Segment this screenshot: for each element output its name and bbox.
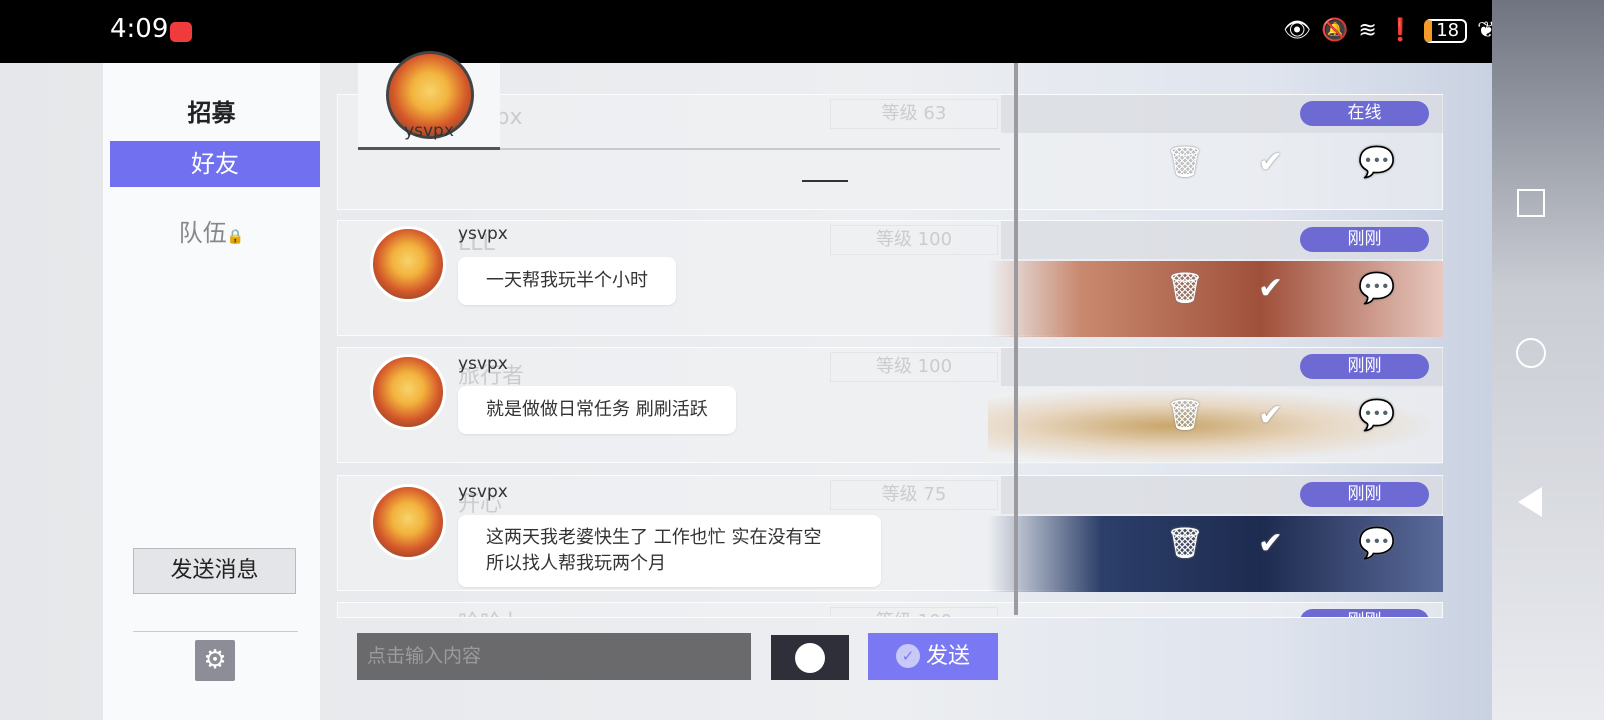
send-label: 发送 bbox=[925, 644, 970, 669]
chat-tab-ysvpx[interactable]: ysvpx bbox=[358, 51, 500, 149]
avatar[interactable] bbox=[370, 226, 446, 302]
sidebar-item-friends[interactable]: 好友 bbox=[110, 141, 320, 187]
accept-icon[interactable]: ✔ bbox=[1258, 145, 1283, 180]
friend-name: 哈哈七 bbox=[458, 605, 524, 617]
friend-level: 等级 100 bbox=[830, 352, 998, 382]
status-badge: 刚刚 bbox=[1300, 609, 1429, 617]
panel-divider bbox=[1014, 63, 1018, 615]
friend-level: 等级 75 bbox=[830, 480, 998, 510]
friend-row[interactable]: 哈哈七 等级 100 刚刚 bbox=[337, 602, 1443, 618]
alert-icon: ❗ bbox=[1386, 18, 1415, 43]
message-sender: ysvpx bbox=[458, 482, 508, 502]
message-sender: ysvpx bbox=[458, 354, 508, 374]
chat-tab-label: ysvpx bbox=[404, 121, 454, 141]
app-notification-icon bbox=[170, 22, 192, 42]
active-tab-indicator bbox=[358, 147, 500, 150]
battery-icon: 18 bbox=[1424, 18, 1468, 43]
message-bubble: 这两天我老婆快生了 工作也忙 实在没有空 所以找人帮我玩两个月 bbox=[458, 515, 881, 587]
friend-level: 等级 100 bbox=[830, 225, 998, 255]
status-badge: 刚刚 bbox=[1300, 354, 1429, 379]
team-label: 队伍 bbox=[178, 219, 227, 247]
accept-icon[interactable]: ✔ bbox=[1258, 271, 1283, 306]
friend-level: 等级 63 bbox=[830, 99, 998, 129]
delete-friend-icon[interactable]: 🗑 bbox=[1166, 526, 1204, 561]
clock: 4:09 bbox=[110, 14, 169, 44]
status-bar: 4:09 👁 🔕 ≋ ❗ 18 ❦ bbox=[0, 0, 1496, 63]
system-nav-bar bbox=[1492, 0, 1604, 720]
status-badge: 刚刚 bbox=[1300, 482, 1429, 507]
send-button[interactable]: ✓ 发送 bbox=[868, 633, 998, 680]
back-button[interactable] bbox=[1518, 487, 1542, 517]
friend-level: 等级 100 bbox=[830, 607, 998, 617]
recents-button[interactable] bbox=[1517, 189, 1545, 217]
check-icon: ✓ bbox=[895, 644, 920, 668]
message-bubble: 一天帮我玩半个小时 bbox=[458, 257, 676, 305]
sticker-fragment bbox=[802, 166, 848, 182]
home-button[interactable] bbox=[1516, 338, 1546, 368]
sidebar-item-team[interactable]: 队伍🔒 bbox=[103, 213, 320, 248]
message-sender: ysvpx bbox=[458, 224, 508, 244]
chat-more-icon[interactable]: 💬 bbox=[1358, 526, 1395, 561]
emoji-icon bbox=[795, 643, 825, 673]
status-badge: 在线 bbox=[1300, 101, 1429, 126]
accept-icon[interactable]: ✔ bbox=[1258, 526, 1283, 561]
friend-row[interactable]: ysvpx 等级 63 在线 🗑 ✔ 💬 bbox=[337, 94, 1443, 210]
emoji-button[interactable] bbox=[771, 635, 849, 680]
accept-icon[interactable]: ✔ bbox=[1258, 398, 1283, 433]
chat-more-icon[interactable]: 💬 bbox=[1358, 398, 1395, 433]
chat-more-icon[interactable]: 💬 bbox=[1358, 271, 1395, 306]
bell-muted-icon: 🔕 bbox=[1320, 18, 1349, 43]
avatar[interactable] bbox=[370, 354, 446, 430]
delete-friend-icon[interactable]: 🗑 bbox=[1166, 398, 1204, 433]
lock-icon: 🔒 bbox=[226, 229, 245, 245]
message-input[interactable]: 点击输入内容 bbox=[357, 633, 751, 680]
eye-icon: 👁 bbox=[1283, 18, 1311, 43]
wifi-icon: ≋ bbox=[1358, 18, 1377, 43]
sidebar: 招募 好友 队伍🔒 发送消息 ⚙ bbox=[103, 63, 320, 720]
chat-more-icon[interactable]: 💬 bbox=[1358, 145, 1395, 180]
delete-friend-icon[interactable]: 🗑 bbox=[1166, 145, 1204, 180]
status-badge: 刚刚 bbox=[1300, 227, 1429, 252]
sidebar-item-recruit[interactable]: 招募 bbox=[103, 93, 320, 128]
gear-icon[interactable]: ⚙ bbox=[195, 640, 235, 681]
avatar[interactable] bbox=[370, 484, 446, 560]
message-bubble: 就是做做日常任务 刷刷活跃 bbox=[458, 386, 736, 434]
divider bbox=[133, 631, 298, 632]
send-message-button[interactable]: 发送消息 bbox=[133, 548, 296, 594]
delete-friend-icon[interactable]: 🗑 bbox=[1166, 271, 1204, 306]
